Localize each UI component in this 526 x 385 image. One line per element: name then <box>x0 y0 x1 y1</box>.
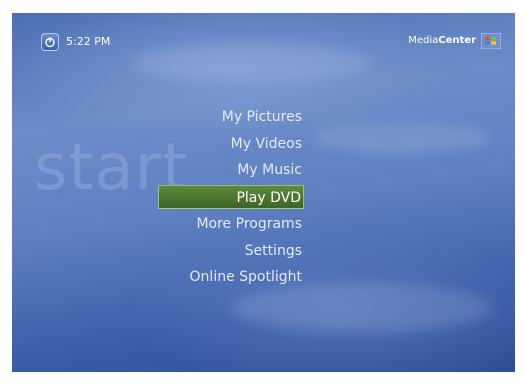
menu-item-play-dvd[interactable]: Play DVD <box>158 185 304 210</box>
start-menu: My Pictures My Videos My Music Play DVD … <box>158 104 304 291</box>
menu-item-online-spotlight[interactable]: Online Spotlight <box>158 264 304 291</box>
menu-item-my-pictures[interactable]: My Pictures <box>158 104 304 131</box>
menu-item-more-programs[interactable]: More Programs <box>158 211 304 238</box>
background-streak <box>132 43 372 83</box>
menu-item-my-videos[interactable]: My Videos <box>158 131 304 158</box>
clock-time: 5:22 PM <box>66 35 111 48</box>
power-button[interactable] <box>41 33 59 51</box>
power-icon <box>45 37 55 48</box>
menu-item-my-music[interactable]: My Music <box>158 157 304 184</box>
background-streak <box>312 123 492 153</box>
media-center-logo: MediaCenter <box>408 33 501 49</box>
menu-item-settings[interactable]: Settings <box>158 238 304 265</box>
brand-text: MediaCenter <box>408 35 476 46</box>
media-center-screen: start 5:22 PM MediaCenter My Pictures My… <box>12 13 515 372</box>
windows-flag-icon <box>481 33 501 49</box>
